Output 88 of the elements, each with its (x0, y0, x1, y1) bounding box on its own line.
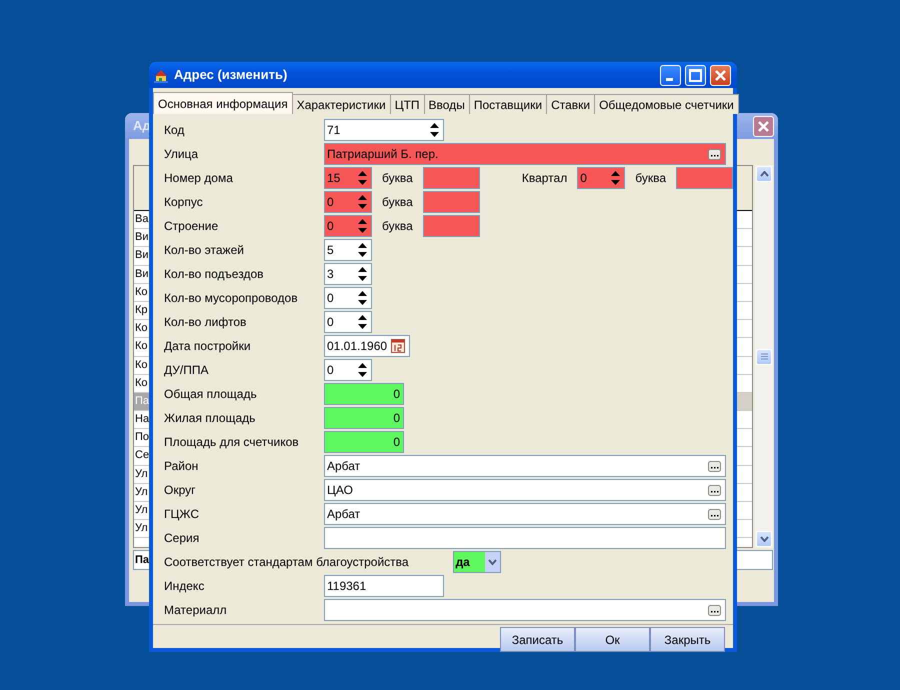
lookup-field[interactable] (324, 599, 726, 621)
window-title: Адрес (изменить) (174, 66, 288, 84)
tab[interactable]: Поставщики (470, 94, 548, 114)
tab[interactable]: Общедомовые счетчики (595, 94, 739, 114)
spin-arrows-icon[interactable] (358, 219, 366, 233)
lookup-field[interactable]: Патриарший Б. пер. (324, 143, 726, 165)
field-label: Район (164, 458, 200, 475)
scrollbar[interactable] (755, 165, 773, 548)
spin-arrows-icon[interactable] (358, 315, 366, 329)
grip-icon[interactable] (760, 353, 768, 360)
spin-field[interactable]: 0 (324, 215, 372, 237)
tab[interactable]: Характеристики (292, 94, 391, 114)
field-label: Округ (164, 482, 196, 499)
scroll-thumb[interactable] (756, 348, 772, 364)
lookup-field[interactable]: Арбат (324, 503, 726, 525)
number-field[interactable]: 0 (324, 431, 404, 453)
spin-field[interactable]: 0 (324, 287, 372, 309)
field-label: буква (635, 170, 666, 187)
field-label: Соответствует стандартам благоустройства (164, 554, 409, 571)
lookup-field[interactable]: Арбат (324, 455, 726, 477)
input-field[interactable] (324, 527, 726, 549)
field-label: Код (164, 122, 186, 139)
number-field[interactable]: 0 (324, 407, 404, 429)
field-label: Кол-во мусоропроводов (164, 290, 299, 307)
input-field[interactable] (422, 215, 480, 237)
spin-arrows-icon[interactable] (358, 267, 366, 281)
spin-field[interactable]: 0 (324, 191, 372, 213)
field-label: буква (382, 218, 413, 235)
field-label: Серия (164, 530, 200, 547)
dialog-button[interactable]: Закрыть (650, 627, 725, 652)
field-label: Площадь для счетчиков (164, 434, 300, 451)
scroll-up-button[interactable] (756, 166, 772, 182)
field-label: Кол-во этажей (164, 242, 245, 259)
number-field[interactable]: 0 (324, 383, 404, 405)
ellipsis-button[interactable] (708, 148, 721, 160)
field-label: Общая площадь (164, 386, 258, 403)
spin-field[interactable]: 5 (324, 239, 372, 261)
tab[interactable]: ЦТП (390, 94, 425, 114)
field-label: Строение (164, 218, 220, 235)
tab[interactable]: Вводы (424, 94, 470, 114)
dialog-button[interactable]: Ок (575, 627, 650, 652)
field-label: Квартал (522, 170, 568, 187)
field-label: Кол-во подъездов (164, 266, 264, 283)
spin-field[interactable]: 71 (324, 119, 444, 141)
field-label: буква (382, 194, 413, 211)
tab[interactable]: Основная информация (153, 92, 293, 114)
spin-field[interactable]: 0 (324, 359, 372, 381)
date-field[interactable]: 01.01.1960 (324, 335, 410, 357)
field-label: ДУ/ППА (164, 362, 210, 379)
ellipsis-button[interactable] (708, 508, 721, 520)
calendar-icon[interactable] (391, 339, 405, 353)
dialog-button[interactable]: Записать (500, 627, 575, 652)
spin-arrows-icon[interactable] (430, 123, 438, 137)
chevron-down-icon[interactable] (760, 536, 768, 542)
house-icon (153, 67, 169, 83)
input-field[interactable] (422, 167, 480, 189)
spin-arrows-icon[interactable] (358, 171, 366, 185)
spin-arrows-icon[interactable] (610, 171, 620, 185)
ellipsis-button[interactable] (708, 604, 721, 616)
field-label: буква (382, 170, 413, 187)
field-label: Материалл (164, 602, 228, 619)
spin-field[interactable]: 15 (324, 167, 372, 189)
field-label: Жилая площадь (164, 410, 256, 427)
spin-arrows-icon[interactable] (358, 195, 366, 209)
field-label: ГЦЖС (164, 506, 200, 523)
lookup-field[interactable]: ЦАО (324, 479, 726, 501)
input-field[interactable]: 119361 (324, 575, 444, 597)
input-field[interactable] (422, 191, 480, 213)
spin-arrows-icon[interactable] (358, 243, 366, 257)
spin-arrows-icon[interactable] (358, 291, 366, 305)
scroll-down-button[interactable] (756, 531, 772, 547)
footer-cell: Па (135, 554, 150, 566)
spin-field[interactable]: 0 (577, 167, 626, 189)
field-label: Корпус (164, 194, 204, 211)
chevron-up-icon[interactable] (760, 171, 768, 177)
spin-field[interactable]: 0 (324, 311, 372, 333)
ellipsis-button[interactable] (708, 460, 721, 472)
field-label: Кол-во лифтов (164, 314, 248, 331)
field-label: Индекс (164, 578, 206, 595)
tab[interactable]: Ставки (547, 94, 596, 114)
dropdown[interactable]: да (452, 551, 501, 573)
field-label: Номер дома (164, 170, 234, 187)
spin-field[interactable]: 3 (324, 263, 372, 285)
field-label: Дата постройки (164, 338, 252, 355)
spin-arrows-icon[interactable] (358, 363, 366, 377)
input-field[interactable] (676, 167, 733, 189)
field-label: Улица (164, 146, 200, 163)
ellipsis-button[interactable] (708, 484, 721, 496)
